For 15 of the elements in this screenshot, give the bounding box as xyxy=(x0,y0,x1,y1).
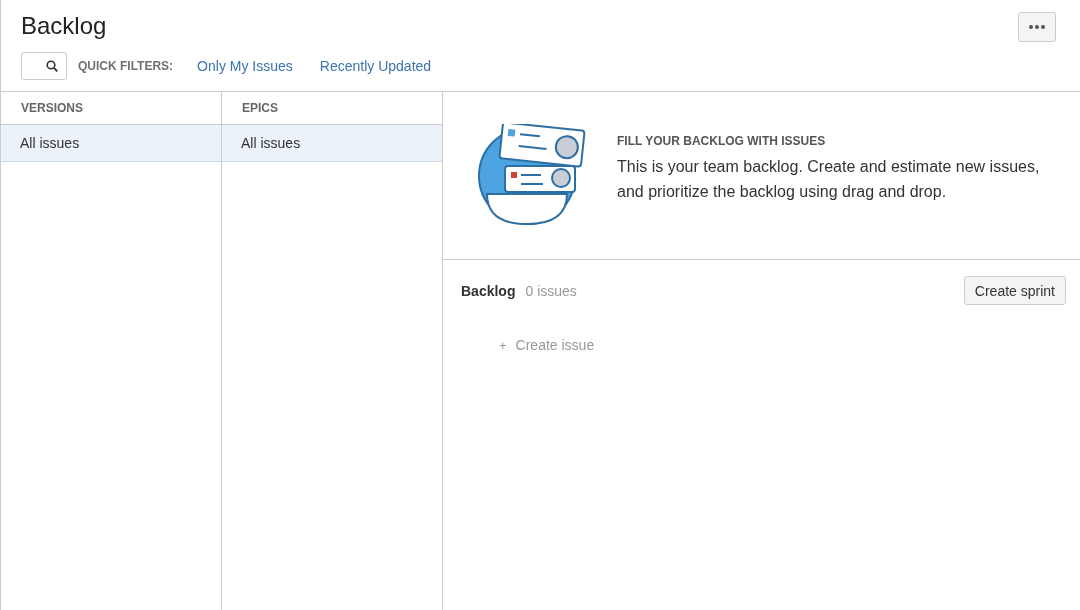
search-field[interactable] xyxy=(21,52,67,80)
filter-list-item[interactable]: All issues xyxy=(1,125,221,162)
intro-text: This is your team backlog. Create and estimate new issues, and prioritize the backlog using drag and drop. xyxy=(617,157,1041,202)
quick-filter-link[interactable]: Only My Issues xyxy=(194,56,296,76)
intro-title: FILL YOUR BACKLOG WITH ISSUES xyxy=(617,134,827,148)
filter-list-item[interactable]: All issues xyxy=(222,125,442,162)
backlog-title: Backlog xyxy=(461,282,516,299)
more-actions-button[interactable] xyxy=(1018,12,1056,42)
search-icon xyxy=(46,60,58,72)
create-sprint-button[interactable]: Create sprint xyxy=(963,276,1066,305)
issue-count: 0 issues xyxy=(525,282,578,299)
quick-filter-link[interactable]: Recently Updated xyxy=(316,56,435,76)
quick-filters-label: QUICK FILTERS: xyxy=(78,59,174,73)
more-icon xyxy=(1029,25,1045,29)
page-title: Backlog xyxy=(21,12,107,40)
